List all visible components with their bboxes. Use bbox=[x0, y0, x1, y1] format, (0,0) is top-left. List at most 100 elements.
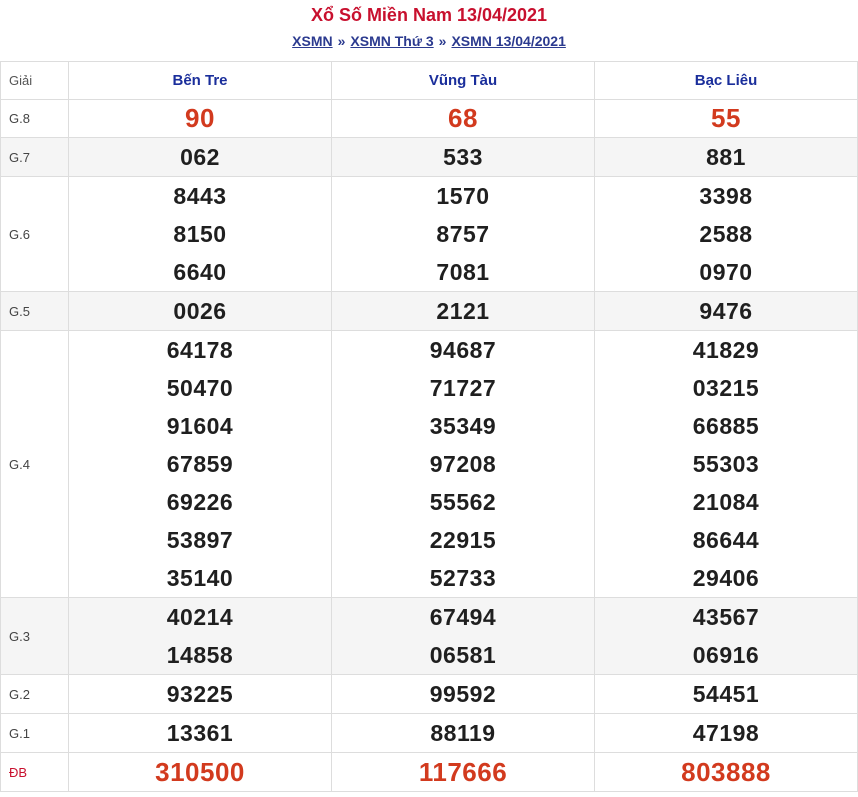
result-number: 8757 bbox=[436, 221, 490, 247]
province-header-vung-tau[interactable]: Vũng Tàu bbox=[331, 61, 595, 100]
breadcrumb-link-xsmn-thu3[interactable]: XSMN Thứ 3 bbox=[350, 33, 433, 49]
table-row: ĐB 310500 117666 803888 bbox=[0, 752, 858, 792]
prize-label: G.6 bbox=[0, 176, 69, 292]
result-number: 9476 bbox=[699, 298, 753, 324]
result-cell: 1570 8757 7081 bbox=[331, 176, 595, 292]
highlight-number: 117666 bbox=[418, 757, 508, 787]
prize-label: G.5 bbox=[0, 291, 69, 331]
prize-label: G.7 bbox=[0, 137, 69, 177]
result-number: 35140 bbox=[166, 565, 234, 591]
result-number: 3398 bbox=[699, 183, 753, 209]
result-number: 21084 bbox=[692, 489, 760, 515]
table-row: G.6 8443 8150 6640 1570 8757 7081 3398 2588 0970 bbox=[0, 176, 858, 292]
page-title: Xổ Số Miền Nam 13/04/2021 bbox=[310, 5, 548, 25]
result-cell: 64178 50470 91604 67859 69226 53897 35140 bbox=[68, 330, 332, 598]
result-number: 062 bbox=[180, 144, 220, 170]
result-cell: 062 bbox=[68, 137, 332, 177]
result-number: 99592 bbox=[429, 681, 497, 707]
prize-label: G.1 bbox=[0, 713, 69, 753]
result-cell: 803888 bbox=[594, 752, 858, 792]
result-cell: 43567 06916 bbox=[594, 597, 858, 675]
highlight-number: 55 bbox=[711, 103, 741, 133]
result-cell: 3398 2588 0970 bbox=[594, 176, 858, 292]
result-cell: 0026 bbox=[68, 291, 332, 331]
result-number: 40214 bbox=[166, 604, 234, 630]
result-number: 55303 bbox=[692, 451, 760, 477]
result-cell: 310500 bbox=[68, 752, 332, 792]
table-row: G.3 40214 14858 67494 06581 43567 06916 bbox=[0, 597, 858, 675]
table-row: G.7 062 533 881 bbox=[0, 137, 858, 177]
highlight-number: 310500 bbox=[155, 757, 245, 787]
result-number: 55562 bbox=[429, 489, 497, 515]
breadcrumb-link-xsmn[interactable]: XSMN bbox=[292, 33, 332, 49]
result-number: 8443 bbox=[173, 183, 227, 209]
result-cell: 99592 bbox=[331, 674, 595, 714]
breadcrumb-separator: » bbox=[337, 33, 346, 49]
result-number: 50470 bbox=[166, 375, 234, 401]
result-cell: 8443 8150 6640 bbox=[68, 176, 332, 292]
result-cell: 9476 bbox=[594, 291, 858, 331]
result-cell: 533 bbox=[331, 137, 595, 177]
breadcrumb-link-xsmn-date[interactable]: XSMN 13/04/2021 bbox=[451, 33, 565, 49]
result-number: 06581 bbox=[429, 642, 497, 668]
highlight-number: 68 bbox=[448, 103, 478, 133]
result-number: 41829 bbox=[692, 337, 760, 363]
result-number: 88119 bbox=[430, 720, 496, 746]
province-header-ben-tre[interactable]: Bến Tre bbox=[68, 61, 332, 100]
result-number: 7081 bbox=[436, 259, 490, 285]
result-cell: 13361 bbox=[68, 713, 332, 753]
results-table: Giải Bến Tre Vũng Tàu Bạc Liêu G.8 90 68 55… bbox=[0, 61, 858, 792]
result-cell: 117666 bbox=[331, 752, 595, 792]
result-cell: 67494 06581 bbox=[331, 597, 595, 675]
prize-label: G.8 bbox=[0, 99, 69, 138]
result-number: 06916 bbox=[692, 642, 760, 668]
table-row: G.1 13361 88119 47198 bbox=[0, 713, 858, 753]
result-number: 93225 bbox=[166, 681, 234, 707]
result-cell: 40214 14858 bbox=[68, 597, 332, 675]
result-number: 1570 bbox=[436, 183, 490, 209]
result-number: 97208 bbox=[429, 451, 497, 477]
result-cell: 88119 bbox=[331, 713, 595, 753]
result-number: 52733 bbox=[429, 565, 497, 591]
result-number: 66885 bbox=[692, 413, 760, 439]
breadcrumb: XSMN» XSMN Thứ 3» XSMN 13/04/2021 bbox=[0, 30, 858, 54]
result-number: 14858 bbox=[166, 642, 234, 668]
result-number: 86644 bbox=[692, 527, 760, 553]
result-number: 67494 bbox=[429, 604, 497, 630]
prize-label: G.4 bbox=[0, 330, 69, 598]
result-cell: 68 bbox=[331, 99, 595, 138]
result-cell: 93225 bbox=[68, 674, 332, 714]
result-number: 43567 bbox=[692, 604, 760, 630]
table-header-row: Giải Bến Tre Vũng Tàu Bạc Liêu bbox=[0, 61, 858, 100]
result-cell: 94687 71727 35349 97208 55562 22915 52733 bbox=[331, 330, 595, 598]
table-row: G.2 93225 99592 54451 bbox=[0, 674, 858, 714]
result-cell: 47198 bbox=[594, 713, 858, 753]
province-header-bac-lieu[interactable]: Bạc Liêu bbox=[594, 61, 858, 100]
result-number: 69226 bbox=[166, 489, 234, 515]
result-number: 0026 bbox=[173, 298, 227, 324]
result-number: 94687 bbox=[429, 337, 497, 363]
result-number: 53897 bbox=[166, 527, 234, 553]
result-number: 6640 bbox=[173, 259, 227, 285]
result-number: 22915 bbox=[429, 527, 497, 553]
result-number: 29406 bbox=[692, 565, 760, 591]
highlight-number: 90 bbox=[185, 103, 215, 133]
result-number: 64178 bbox=[166, 337, 234, 363]
result-number: 881 bbox=[706, 144, 746, 170]
result-number: 67859 bbox=[166, 451, 234, 477]
result-cell: 90 bbox=[68, 99, 332, 138]
result-number: 91604 bbox=[166, 413, 234, 439]
result-cell: 54451 bbox=[594, 674, 858, 714]
result-number: 03215 bbox=[692, 375, 760, 401]
result-cell: 41829 03215 66885 55303 21084 86644 29406 bbox=[594, 330, 858, 598]
prize-label: G.3 bbox=[0, 597, 69, 675]
prize-column-header: Giải bbox=[0, 61, 69, 100]
table-row: G.5 0026 2121 9476 bbox=[0, 291, 858, 331]
prize-label: ĐB bbox=[0, 752, 69, 792]
result-number: 54451 bbox=[692, 681, 760, 707]
prize-label: G.2 bbox=[0, 674, 69, 714]
table-row: G.4 64178 50470 91604 67859 69226 53897 35140 94… bbox=[0, 330, 858, 598]
result-cell: 2121 bbox=[331, 291, 595, 331]
result-number: 13361 bbox=[166, 720, 234, 746]
result-number: 71727 bbox=[429, 375, 497, 401]
